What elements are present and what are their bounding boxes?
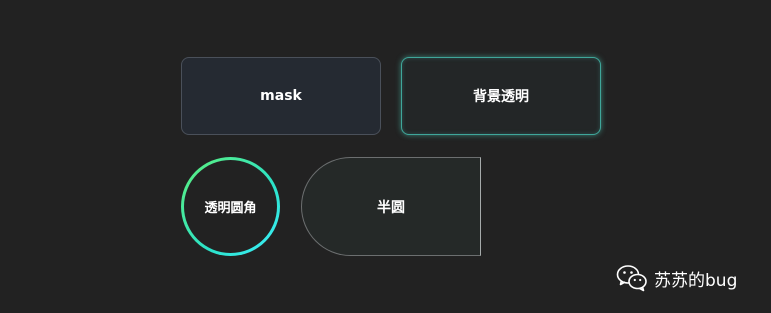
demo-canvas: mask 背景透明 透明圆角 半圆 苏苏的bug: [0, 0, 771, 313]
watermark-text: 苏苏的bug: [654, 270, 738, 291]
transparent-background-button[interactable]: 背景透明: [401, 57, 601, 135]
watermark: 苏苏的bug: [616, 263, 737, 293]
half-circle-button-label: 半圆: [377, 199, 405, 216]
wechat-icon: [616, 265, 647, 292]
mask-button-label: mask: [260, 88, 302, 104]
transparent-rounded-circle-button-label: 透明圆角: [204, 201, 257, 216]
mask-button[interactable]: mask: [181, 57, 381, 135]
half-circle-button[interactable]: 半圆: [301, 157, 481, 256]
transparent-rounded-circle-button[interactable]: 透明圆角: [181, 157, 280, 256]
transparent-background-button-label: 背景透明: [473, 89, 529, 105]
